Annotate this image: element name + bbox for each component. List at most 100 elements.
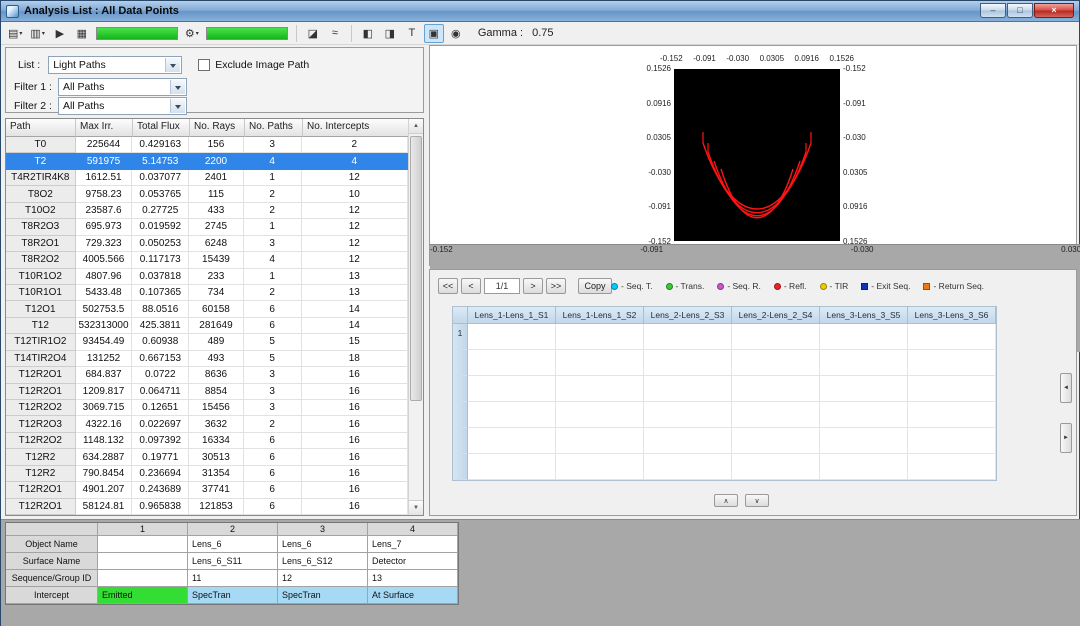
wave-button[interactable]: ≈: [325, 24, 345, 43]
table-row[interactable]: T12R2O14901.2070.24368937741616: [6, 482, 408, 498]
table-row[interactable]: T25919755.14753220044: [6, 153, 408, 169]
grid-cell[interactable]: [556, 402, 644, 428]
grid-cell[interactable]: [732, 376, 820, 402]
display-toggle-4[interactable]: ▣: [424, 24, 444, 43]
filter2-dropdown[interactable]: All Paths: [58, 97, 187, 115]
grid-cell[interactable]: [468, 350, 556, 376]
column-header[interactable]: Lens_2-Lens_2_S3: [644, 307, 732, 324]
grid-cell[interactable]: [732, 454, 820, 480]
grid-cell[interactable]: [732, 324, 820, 350]
grid-cell[interactable]: [556, 454, 644, 480]
table-row[interactable]: T12R2O158124.810.965838121853616: [6, 499, 408, 515]
row-header[interactable]: [453, 428, 468, 454]
grid-cell[interactable]: [468, 454, 556, 480]
grid-cell[interactable]: [820, 350, 908, 376]
grid-cell[interactable]: [468, 376, 556, 402]
column-header[interactable]: Lens_1-Lens_1_S1: [468, 307, 556, 324]
row-header[interactable]: [453, 454, 468, 480]
grid-cell[interactable]: [820, 324, 908, 350]
display-toggle-5[interactable]: ◉: [446, 24, 466, 43]
grid-cell[interactable]: [908, 350, 996, 376]
table-row[interactable]: T8R2O3695.9730.0195922745112: [6, 219, 408, 235]
scroll-up-button[interactable]: ▲: [409, 119, 423, 134]
grid-cell[interactable]: [644, 454, 732, 480]
ray-plot[interactable]: [674, 69, 840, 241]
grid-cell[interactable]: [556, 376, 644, 402]
grid-cell[interactable]: [556, 350, 644, 376]
prev-page-button[interactable]: <: [461, 278, 481, 294]
grid-cell[interactable]: [908, 428, 996, 454]
display-toggle-1[interactable]: ◧: [358, 24, 378, 43]
table-row[interactable]: T12R2O11209.8170.0647118854316: [6, 384, 408, 400]
next-page-button[interactable]: >: [523, 278, 543, 294]
table-row[interactable]: T4R2TIR4K81612.510.0370772401112: [6, 170, 408, 186]
grid-cell[interactable]: [908, 454, 996, 480]
table-row[interactable]: T8R2O24005.5660.11717315439412: [6, 252, 408, 268]
table-row[interactable]: T8R2O1729.3230.0502536248312: [6, 236, 408, 252]
column-header[interactable]: Lens_3-Lens_3_S6: [908, 307, 996, 324]
grid-right-button[interactable]: ►: [1060, 423, 1072, 453]
table-row[interactable]: T14TIR2O41312520.667153493518: [6, 351, 408, 367]
grid-cell[interactable]: [732, 402, 820, 428]
grid-left-button[interactable]: ◄: [1060, 373, 1072, 403]
table-row[interactable]: [453, 350, 996, 376]
grid-cell[interactable]: [644, 376, 732, 402]
save-button[interactable]: ▥▾: [27, 24, 47, 43]
list-dropdown[interactable]: Light Paths: [48, 56, 182, 74]
grid-cell[interactable]: [644, 350, 732, 376]
grid-cell[interactable]: [644, 324, 732, 350]
maximize-button[interactable]: □: [1007, 3, 1033, 18]
column-header[interactable]: Max Irr.: [76, 119, 133, 137]
display-toggle-2[interactable]: ◨: [380, 24, 400, 43]
table-row[interactable]: T12O1502753.588.051660158614: [6, 301, 408, 317]
grid-cell[interactable]: [820, 376, 908, 402]
grid-cell[interactable]: [908, 402, 996, 428]
grid-cell[interactable]: [908, 324, 996, 350]
table-row[interactable]: T12532313000425.3811281649614: [6, 318, 408, 334]
last-page-button[interactable]: >>: [546, 278, 566, 294]
exclude-image-path-checkbox[interactable]: Exclude Image Path: [198, 59, 309, 71]
grid-up-button[interactable]: ∧: [714, 494, 738, 507]
run-button[interactable]: ▶: [50, 24, 70, 43]
column-header[interactable]: No. Rays: [190, 119, 245, 137]
display-toggle-3[interactable]: T: [402, 24, 422, 43]
table-row[interactable]: T12R2634.28870.1977130513616: [6, 449, 408, 465]
table-row[interactable]: [453, 402, 996, 428]
row-header[interactable]: 1: [453, 324, 468, 350]
page-indicator[interactable]: 1/1: [484, 278, 520, 294]
table-row[interactable]: [453, 454, 996, 480]
grid-cell[interactable]: [468, 428, 556, 454]
table-row[interactable]: T10O223587.60.27725433212: [6, 203, 408, 219]
report-button[interactable]: ▤▾: [5, 24, 25, 43]
grid-cell[interactable]: [644, 428, 732, 454]
table-row[interactable]: [453, 376, 996, 402]
column-header[interactable]: No. Paths: [245, 119, 303, 137]
column-header[interactable]: Lens_3-Lens_3_S5: [820, 307, 908, 324]
grid-down-button[interactable]: ∨: [745, 494, 769, 507]
grid-cell[interactable]: [468, 324, 556, 350]
table-row[interactable]: T12R2O1684.8370.07228636316: [6, 367, 408, 383]
table-row[interactable]: T02256440.42916315632: [6, 137, 408, 153]
table-row[interactable]: T8O29758.230.053765115210: [6, 186, 408, 202]
row-header[interactable]: [453, 376, 468, 402]
filter1-dropdown[interactable]: All Paths: [58, 78, 187, 96]
scroll-down-button[interactable]: ▼: [409, 500, 423, 515]
grid-cell[interactable]: [820, 428, 908, 454]
chart-button[interactable]: ◪: [303, 24, 323, 43]
column-header[interactable]: No. Intercepts: [303, 119, 410, 137]
column-header[interactable]: Lens_1-Lens_1_S2: [556, 307, 644, 324]
grid-cell[interactable]: [732, 428, 820, 454]
grid-cell[interactable]: [820, 402, 908, 428]
grid-cell[interactable]: [820, 454, 908, 480]
column-header[interactable]: Total Flux: [133, 119, 190, 137]
grid-cell[interactable]: [468, 402, 556, 428]
table-row[interactable]: T10R1O24807.960.037818233113: [6, 269, 408, 285]
table-row[interactable]: [453, 428, 996, 454]
grid-cell[interactable]: [644, 402, 732, 428]
minimize-button[interactable]: –: [980, 3, 1006, 18]
grid-cell[interactable]: [908, 376, 996, 402]
grid-cell[interactable]: [556, 428, 644, 454]
close-button[interactable]: ×: [1034, 3, 1074, 18]
table-row[interactable]: T12TIR1O293454.490.60938489515: [6, 334, 408, 350]
row-header[interactable]: [453, 350, 468, 376]
